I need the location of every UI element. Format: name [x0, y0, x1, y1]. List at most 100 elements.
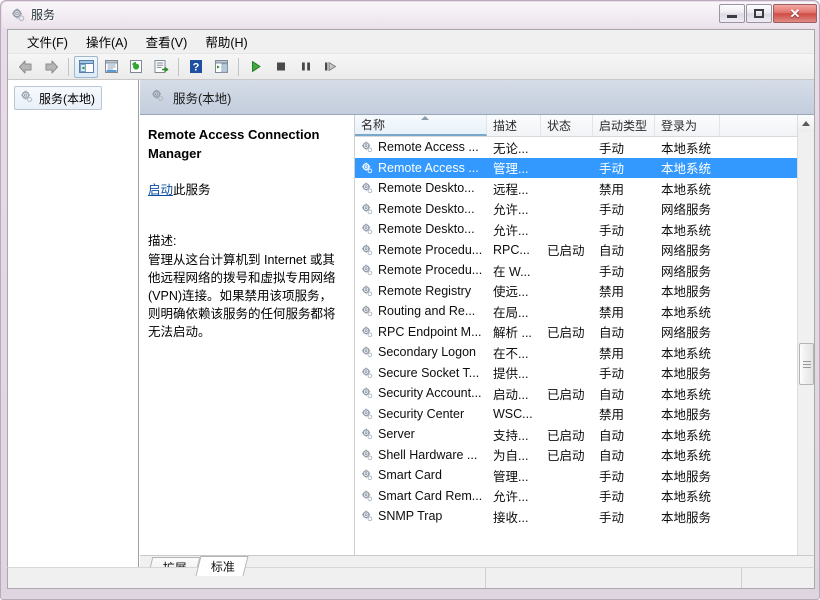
table-row[interactable]: Remote Access ... 管理... 手动 本地系统: [355, 157, 798, 178]
minimize-button[interactable]: [719, 4, 745, 23]
cell-startup: 手动: [599, 264, 625, 279]
cell-logon: 本地系统: [661, 428, 712, 443]
services-gear-icon: [360, 407, 374, 421]
service-name-text: Security Center: [378, 406, 465, 421]
export-list-button[interactable]: [149, 56, 173, 78]
cell-logon: 本地系统: [661, 449, 712, 464]
start-service-link[interactable]: 启动: [148, 183, 173, 197]
sidebar-item-services-local[interactable]: 服务(本地): [14, 86, 102, 110]
services-gear-icon: [10, 7, 26, 23]
cell-description: 管理...: [493, 162, 529, 177]
menu-file[interactable]: 文件(F): [18, 29, 77, 54]
main-split: 服务(本地) 服务(本地) Remote Access Connection M…: [8, 80, 814, 576]
cell-startup: 禁用: [599, 346, 625, 361]
table-row[interactable]: RPC Endpoint M... 解析 ... 已启动 自动 网络服务: [355, 322, 798, 343]
close-icon: ✕: [789, 6, 801, 21]
table-row[interactable]: Remote Procedu... 在 W... 手动 网络服务: [355, 260, 798, 281]
table-row[interactable]: SNMP Trap 接收... 手动 本地服务: [355, 506, 798, 527]
stop-service-button[interactable]: [269, 56, 293, 78]
caption-buttons: ✕: [719, 4, 817, 23]
cell-name: Remote Procedu...: [355, 243, 487, 257]
show-action-pane-button[interactable]: [209, 56, 233, 78]
table-row[interactable]: Server 支持... 已启动 自动 本地系统: [355, 424, 798, 445]
status-bar: [7, 567, 815, 589]
service-name-text: Security Account...: [378, 386, 482, 401]
cell-logon: 网络服务: [661, 326, 712, 341]
menu-action[interactable]: 操作(A): [77, 29, 137, 54]
table-row[interactable]: Remote Deskto... 允许... 手动 网络服务: [355, 199, 798, 220]
column-header-label: 状态: [547, 119, 572, 133]
services-gear-icon: [360, 222, 374, 236]
cell-description: 接收...: [493, 510, 529, 525]
column-header-description[interactable]: 描述: [487, 115, 541, 136]
table-row[interactable]: Remote Deskto... 远程... 禁用 本地系统: [355, 178, 798, 199]
cell-name: Secondary Logon: [355, 345, 487, 359]
back-button[interactable]: [14, 56, 38, 78]
cell-startup: 禁用: [599, 182, 625, 197]
cell-startup: 禁用: [599, 408, 625, 423]
column-header-startup[interactable]: 启动类型: [593, 115, 655, 136]
cell-description: 为自...: [493, 449, 529, 464]
column-header-label: 描述: [493, 119, 518, 133]
column-header-status[interactable]: 状态: [541, 115, 593, 136]
close-button[interactable]: ✕: [773, 4, 817, 23]
table-row[interactable]: Shell Hardware ... 为自... 已启动 自动 本地系统: [355, 445, 798, 466]
cell-startup: 自动: [599, 387, 625, 402]
cell-name: Remote Registry: [355, 284, 487, 298]
services-gear-icon: [360, 386, 374, 400]
services-list-view[interactable]: 名称 描述 状态 启动类型 登录为 Remote Access ... 无论... 手动 本地…: [354, 115, 798, 576]
cell-startup: 自动: [599, 244, 625, 259]
console-header: 服务(本地): [140, 80, 814, 115]
table-row[interactable]: Secure Socket T... 提供... 手动 本地服务: [355, 363, 798, 384]
table-row[interactable]: Secondary Logon 在不... 禁用 本地系统: [355, 342, 798, 363]
cell-logon: 本地系统: [661, 346, 712, 361]
table-row[interactable]: Smart Card 管理... 手动 本地服务: [355, 465, 798, 486]
refresh-button[interactable]: [124, 56, 148, 78]
maximize-button[interactable]: [746, 4, 772, 23]
minimize-icon: [727, 15, 737, 18]
cell-startup: 禁用: [599, 305, 625, 320]
start-service-button[interactable]: [244, 56, 268, 78]
vertical-scrollbar[interactable]: [797, 115, 814, 576]
pause-service-button[interactable]: [294, 56, 318, 78]
table-row[interactable]: Remote Registry 使远... 禁用 本地服务: [355, 281, 798, 302]
cell-status: 已启动: [547, 244, 585, 259]
client-area: 文件(F) 操作(A) 查看(V) 帮助(H) ? 服务(本地) 服务(本地) …: [7, 29, 815, 577]
table-row[interactable]: Routing and Re... 在局... 禁用 本地系统: [355, 301, 798, 322]
table-row[interactable]: Remote Deskto... 允许... 手动 本地系统: [355, 219, 798, 240]
cell-name: Smart Card: [355, 468, 487, 482]
forward-button[interactable]: [39, 56, 63, 78]
tab-standard-label: 标准: [210, 560, 235, 574]
cell-logon: 本地系统: [661, 223, 712, 238]
cell-startup: 手动: [599, 510, 625, 525]
cell-startup: 自动: [599, 428, 625, 443]
table-row[interactable]: Security Account... 启动... 已启动 自动 本地系统: [355, 383, 798, 404]
table-row[interactable]: Smart Card Rem... 允许... 手动 本地系统: [355, 486, 798, 507]
cell-description: 允许...: [493, 490, 529, 505]
cell-logon: 本地系统: [661, 490, 712, 505]
service-name-text: Remote Registry: [378, 283, 472, 298]
column-header-spare[interactable]: [720, 115, 798, 136]
column-header-logon[interactable]: 登录为: [655, 115, 720, 136]
restart-service-button[interactable]: [319, 56, 343, 78]
cell-name: Remote Deskto...: [355, 202, 487, 216]
cell-name: Security Center: [355, 407, 487, 421]
table-row[interactable]: Remote Access ... 无论... 手动 本地系统: [355, 137, 798, 158]
menu-view[interactable]: 查看(V): [137, 29, 197, 54]
cell-name: Remote Access ...: [355, 140, 487, 154]
cell-startup: 手动: [599, 469, 625, 484]
menu-help[interactable]: 帮助(H): [196, 29, 256, 54]
help-button[interactable]: ?: [184, 56, 208, 78]
tab-standard[interactable]: 标准: [195, 556, 249, 576]
column-header-name[interactable]: 名称: [355, 115, 487, 136]
toolbar-separator-3: [238, 57, 239, 76]
table-row[interactable]: Remote Procedu... RPC... 已启动 自动 网络服务: [355, 240, 798, 261]
show-hide-tree-button[interactable]: [74, 55, 98, 78]
table-row[interactable]: Security Center WSC... 禁用 本地服务: [355, 404, 798, 425]
cell-description: 无论...: [493, 141, 529, 156]
services-gear-icon: [360, 161, 374, 175]
scrollbar-thumb[interactable]: [799, 343, 814, 385]
console-tree-pane: 服务(本地): [8, 80, 139, 576]
properties-button[interactable]: [99, 56, 123, 78]
scroll-up-button[interactable]: [798, 115, 814, 132]
